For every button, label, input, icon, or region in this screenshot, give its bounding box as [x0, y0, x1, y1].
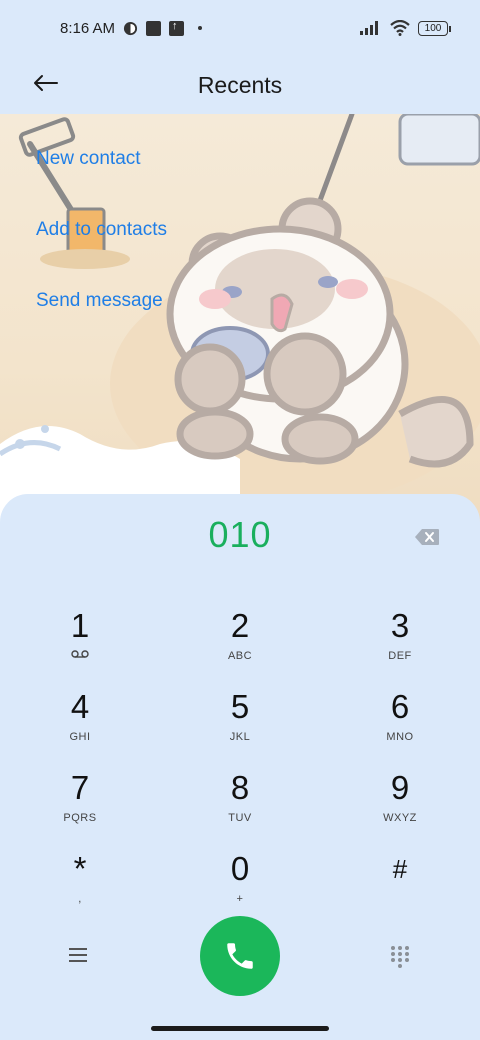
- key-2[interactable]: 2 ABC: [185, 608, 295, 678]
- key-digit: 2: [230, 607, 250, 644]
- menu-button[interactable]: [64, 944, 92, 968]
- key-letters: MNO: [386, 731, 414, 743]
- send-message-link[interactable]: Send message: [36, 290, 163, 312]
- key-4[interactable]: 4 GHI: [25, 689, 135, 759]
- key-digit: 8: [230, 769, 250, 806]
- home-indicator[interactable]: [151, 1026, 329, 1031]
- signal-icon: [360, 21, 378, 35]
- menu-icon-line: [69, 954, 87, 956]
- key-1[interactable]: 1: [25, 608, 135, 678]
- key-9[interactable]: 9 WXYZ: [345, 770, 455, 840]
- dot-icon: [198, 26, 203, 30]
- voicemail-icon: [71, 650, 89, 658]
- key-digit: #: [392, 854, 408, 884]
- dialpad-panel: 010 1 2 ABC 3 DEF 4 GHI 5 JKL 6 MNO 7 PQ…: [0, 494, 480, 1040]
- key-hash[interactable]: #: [345, 851, 455, 921]
- key-letters: DEF: [388, 650, 412, 662]
- key-digit: 5: [230, 688, 250, 725]
- phone-icon: [227, 943, 253, 969]
- key-digit: 1: [70, 607, 90, 644]
- key-digit: 0: [230, 850, 250, 887]
- status-bar: 8:16 AM 100: [0, 0, 480, 56]
- wallpaper-illustration: [0, 114, 480, 534]
- battery-icon: 100: [418, 20, 451, 36]
- add-to-contacts-link[interactable]: Add to contacts: [36, 219, 167, 241]
- key-letters: JKL: [229, 731, 251, 743]
- square-notification-icon: [146, 20, 162, 36]
- back-button[interactable]: [28, 66, 62, 100]
- key-digit: 4: [70, 688, 90, 725]
- key-letters: ABC: [227, 650, 253, 662]
- key-digit: 6: [390, 688, 410, 725]
- key-letters: TUV: [228, 812, 252, 824]
- key-star[interactable]: * ,: [25, 851, 135, 921]
- new-contact-link[interactable]: New contact: [36, 148, 141, 170]
- app-notification-icon: [123, 21, 138, 35]
- key-letters: ,: [78, 893, 82, 905]
- key-letters: WXYZ: [383, 812, 417, 824]
- dialed-number: 010: [208, 514, 272, 555]
- key-digit: 7: [70, 769, 90, 806]
- dialer-bottom-row: [0, 914, 480, 996]
- key-digit: 9: [390, 769, 410, 806]
- key-letters: PQRS: [63, 812, 97, 824]
- call-button[interactable]: [200, 916, 280, 996]
- key-0[interactable]: 0 +: [185, 851, 295, 921]
- dialpad-icon[interactable]: [388, 944, 412, 968]
- key-6[interactable]: 6 MNO: [345, 689, 455, 759]
- status-time: 8:16 AM: [60, 19, 116, 37]
- key-7[interactable]: 7 PQRS: [25, 770, 135, 840]
- key-3[interactable]: 3 DEF: [345, 608, 455, 678]
- app-bar: Recents: [0, 56, 480, 114]
- wifi-icon: [390, 20, 410, 36]
- bear-illustration: [0, 114, 480, 534]
- key-letters: GHI: [69, 731, 91, 743]
- battery-level: 100: [424, 22, 442, 34]
- key-digit: 3: [390, 607, 410, 644]
- upload-notification-icon: [169, 20, 185, 36]
- key-8[interactable]: 8 TUV: [185, 770, 295, 840]
- key-digit: *: [73, 850, 87, 887]
- key-5[interactable]: 5 JKL: [185, 689, 295, 759]
- back-arrow-icon: [34, 75, 58, 91]
- menu-icon-line: [69, 948, 87, 950]
- backspace-icon[interactable]: [414, 528, 440, 546]
- key-letters: +: [236, 893, 244, 905]
- menu-icon-line: [69, 960, 87, 962]
- page-title: Recents: [197, 71, 283, 98]
